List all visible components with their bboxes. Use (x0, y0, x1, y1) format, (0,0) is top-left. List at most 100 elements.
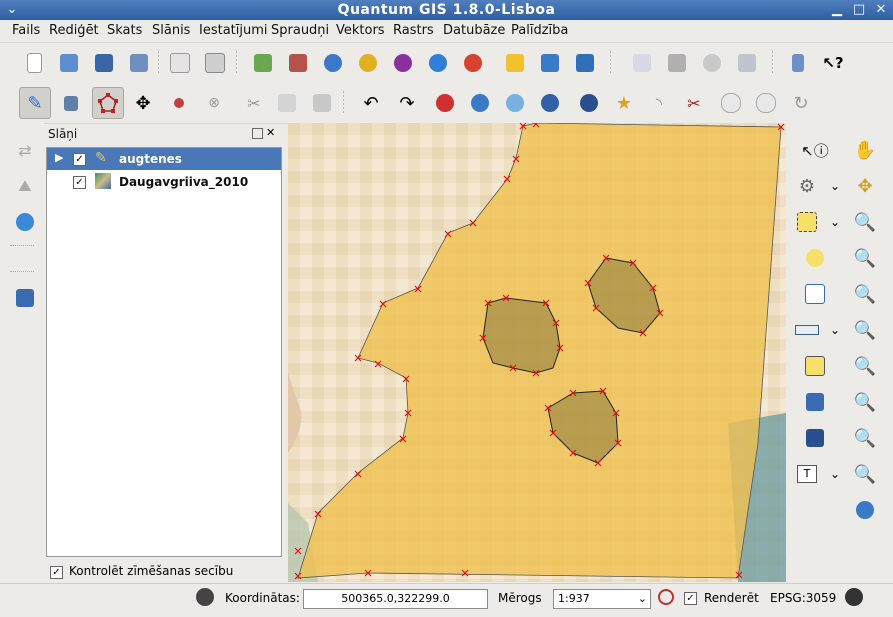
menu-palidziba[interactable]: Palīdzība (511, 23, 568, 38)
add-postgis-layer-icon[interactable] (319, 49, 347, 77)
layer-row-daugavgriiva[interactable]: ✓ Daugavgriiva_2010 (47, 171, 281, 193)
add-part-icon[interactable] (501, 89, 529, 117)
spellcheck-icon[interactable] (628, 49, 656, 77)
python-plugin-icon[interactable] (733, 49, 761, 77)
pan-to-selection-icon[interactable]: ✥ (852, 173, 878, 199)
zoom-native-resolution-icon[interactable]: 🔍 (852, 389, 878, 415)
node-tool-icon[interactable] (92, 87, 124, 119)
save-project-icon[interactable] (90, 49, 118, 77)
map-canvas[interactable] (288, 123, 786, 582)
menu-skats[interactable]: Skats (107, 23, 142, 38)
toggle-editing-icon[interactable]: ✎ (19, 87, 51, 119)
show-bookmarks-icon[interactable] (802, 425, 828, 451)
deselect-all-icon[interactable] (802, 245, 828, 271)
save-edits-icon[interactable] (57, 89, 85, 117)
map-tips-icon[interactable] (802, 353, 828, 379)
simplify-feature-icon[interactable] (431, 89, 459, 117)
maximize-icon[interactable]: □ (851, 2, 867, 18)
menu-spraudni[interactable]: Spraudņi (271, 23, 329, 38)
zoom-out-icon[interactable]: 🔍 (852, 245, 878, 271)
raster-histogram-icon[interactable]: ⛰ (12, 173, 38, 199)
delete-selected-icon[interactable]: ⊗ (200, 89, 228, 117)
chevron-down-icon[interactable]: ⌄ (638, 590, 647, 608)
add-spatialite-layer-icon[interactable] (354, 49, 382, 77)
merge-attributes-icon[interactable] (752, 89, 780, 117)
add-vector-layer-icon[interactable] (249, 49, 277, 77)
menu-fails[interactable]: Fails (12, 23, 40, 38)
add-wcs-layer-icon[interactable] (459, 49, 487, 77)
openlayers-globe-icon[interactable] (12, 209, 38, 235)
chevron-down-icon[interactable]: ⌄ (822, 461, 848, 487)
add-raster-layer-icon[interactable] (284, 49, 312, 77)
menu-datubaze[interactable]: Datubāze (443, 23, 505, 38)
zoom-to-layer-icon[interactable]: 🔍 (852, 353, 878, 379)
add-mssql-layer-icon[interactable] (389, 49, 417, 77)
chevron-down-icon[interactable]: ⌄ (822, 209, 848, 235)
layer-visibility-checkbox[interactable]: ✓ (73, 176, 86, 189)
menu-iestatijumi[interactable]: Iestatījumi (199, 23, 268, 38)
projection-globe-icon[interactable] (845, 588, 863, 606)
measure-line-icon[interactable] (794, 317, 820, 343)
save-as-icon[interactable] (125, 49, 153, 77)
add-ring-icon[interactable] (165, 89, 193, 117)
new-shapefile-icon[interactable] (501, 49, 529, 77)
open-project-icon[interactable] (55, 49, 83, 77)
merge-features-icon[interactable] (717, 89, 745, 117)
delete-ring-icon[interactable] (536, 89, 564, 117)
identify-features-icon[interactable]: ↖ⓘ (801, 137, 829, 163)
menu-rediget[interactable]: Rediģēt (49, 23, 99, 38)
paste-features-icon[interactable] (308, 89, 336, 117)
layer-visibility-checkbox[interactable]: ✓ (73, 153, 86, 166)
reshape-features-icon[interactable]: ★ (610, 89, 638, 117)
new-gpx-layer-icon[interactable] (571, 49, 599, 77)
close-panel-icon[interactable]: ✕ (266, 126, 275, 139)
scale-combobox[interactable]: 1:937 ⌄ (553, 589, 651, 609)
render-checkbox[interactable]: ✓ (684, 592, 697, 605)
select-features-icon[interactable] (794, 209, 820, 235)
undo-icon[interactable]: ↶ (357, 89, 385, 117)
coords-field[interactable]: 500365.0,322299.0 (303, 589, 488, 609)
rotate-point-symbols-icon[interactable]: ↻ (787, 89, 815, 117)
menu-rastrs[interactable]: Rastrs (393, 23, 434, 38)
attribute-table-icon[interactable] (802, 281, 828, 307)
delete-part-icon[interactable] (575, 89, 603, 117)
print-composer-icon[interactable] (166, 49, 194, 77)
add-wms-layer-icon[interactable] (424, 49, 452, 77)
zoom-next-disabled-icon[interactable]: 🔍 (852, 461, 878, 487)
zoom-last-icon[interactable]: 🔍 (852, 425, 878, 451)
new-project-icon[interactable] (20, 49, 48, 77)
offset-curve-icon[interactable]: ◝ (645, 89, 673, 117)
new-bookmark-icon[interactable] (802, 389, 828, 415)
menu-slanis[interactable]: Slānis (152, 23, 190, 38)
stop-render-icon[interactable] (658, 589, 674, 605)
epsg-label[interactable]: EPSG:3059 (770, 591, 836, 605)
render-order-checkbox[interactable]: ✓ (50, 566, 63, 579)
digitize-tool-icon[interactable] (663, 49, 691, 77)
plugin-manager-icon[interactable] (698, 49, 726, 77)
help-contents-icon[interactable] (784, 49, 812, 77)
minimize-icon[interactable]: ▁ (829, 2, 845, 18)
chevron-down-icon[interactable]: ⌄ (822, 317, 848, 343)
float-panel-icon[interactable] (252, 128, 263, 139)
print-icon[interactable] (201, 49, 229, 77)
zoom-to-selection-icon[interactable]: 🔍 (852, 317, 878, 343)
whats-this-icon[interactable]: ↖? (819, 49, 847, 77)
zoom-full-disabled-icon[interactable]: 🔍 (852, 281, 878, 307)
move-feature-icon[interactable]: ✥ (129, 89, 157, 117)
chevron-down-icon[interactable]: ⌄ (822, 173, 848, 199)
add-ring-tool-icon[interactable] (466, 89, 494, 117)
coordinate-capture-icon[interactable] (196, 588, 214, 606)
expand-arrow-icon[interactable]: ▶ (55, 151, 63, 164)
layer-row-augtenes[interactable]: ▶ ✓ ✎ augtenes (47, 148, 281, 170)
menu-vektors[interactable]: Vektors (336, 23, 385, 38)
text-annotation-icon[interactable]: T (794, 461, 820, 487)
refresh-icon[interactable] (852, 497, 878, 523)
split-features-icon[interactable]: ✂ (680, 89, 708, 117)
copy-features-icon[interactable] (273, 89, 301, 117)
redo-icon[interactable]: ↷ (393, 89, 421, 117)
action-gear-icon[interactable]: ⚙ (794, 173, 820, 199)
remove-layer-icon[interactable] (536, 49, 564, 77)
zoom-in-icon[interactable]: 🔍 (852, 209, 878, 235)
pan-map-icon[interactable]: ✋ (852, 137, 878, 163)
database-manager-icon[interactable] (12, 285, 38, 311)
